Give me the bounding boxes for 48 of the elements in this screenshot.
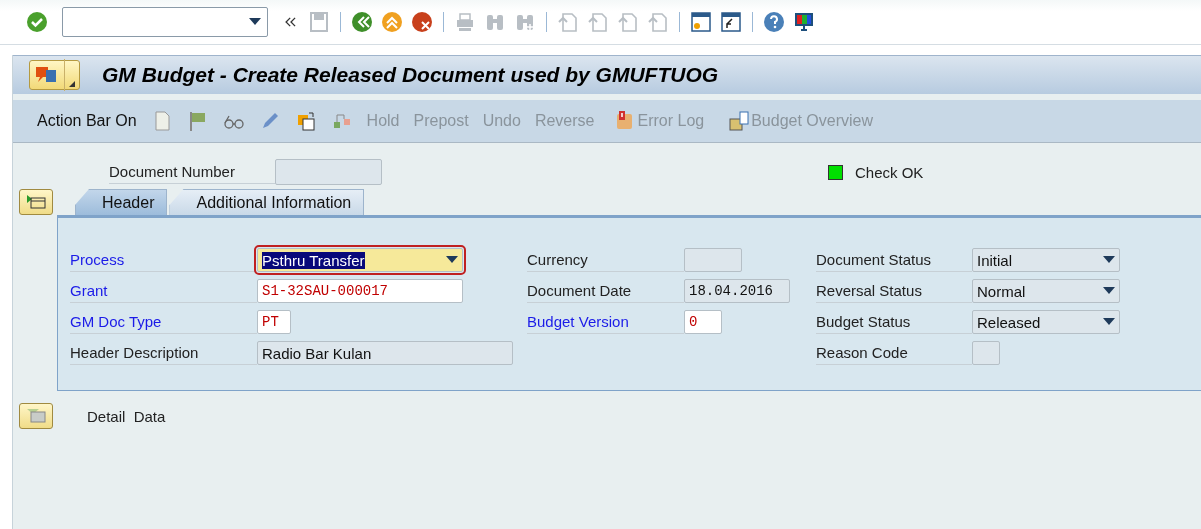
printer-icon[interactable] xyxy=(454,11,476,33)
input-field[interactable]: 18.04.2016 xyxy=(684,279,790,303)
caret-icon xyxy=(1103,287,1115,295)
input-field[interactable] xyxy=(684,248,742,272)
input-field[interactable]: 0 xyxy=(684,310,722,334)
checkmark-icon[interactable] xyxy=(26,11,48,33)
input-field[interactable]: PT xyxy=(257,310,291,334)
save-icon[interactable] xyxy=(308,11,330,33)
input-field[interactable] xyxy=(972,341,1000,365)
corner-arrow-icon xyxy=(69,81,75,87)
action-bar-toggle[interactable]: Action Bar On xyxy=(37,112,137,130)
previous-page-icon[interactable] xyxy=(587,11,609,33)
caret-icon xyxy=(249,18,261,26)
help-icon[interactable] xyxy=(763,11,785,33)
next-page-icon[interactable] xyxy=(617,11,639,33)
field-link[interactable]: GM Doc Type xyxy=(70,310,257,334)
monitor-icon[interactable] xyxy=(793,11,815,33)
input-field[interactable]: Radio Bar Kulan xyxy=(257,341,513,365)
system-menu-button[interactable] xyxy=(29,60,80,90)
window-title: GM Budget - Create Released Document used by GMUFTUOG xyxy=(102,63,719,87)
tab[interactable]: Additional Information xyxy=(169,189,365,215)
caret-icon xyxy=(1103,256,1115,264)
dropdown-field[interactable]: Initial xyxy=(972,248,1120,272)
input-field[interactable] xyxy=(275,159,382,185)
last-page-icon[interactable] xyxy=(647,11,669,33)
field-link[interactable]: Grant xyxy=(70,279,257,303)
first-page-icon[interactable] xyxy=(557,11,579,33)
expand-button[interactable] xyxy=(19,189,53,215)
caret-icon xyxy=(1103,318,1115,326)
input-field[interactable]: S1-32SAU-000017 xyxy=(257,279,463,303)
tab[interactable]: Header xyxy=(75,189,168,215)
table-icon[interactable] xyxy=(728,110,751,132)
caret-icon xyxy=(446,256,458,264)
dropdown-field[interactable]: Psthru Transfer xyxy=(257,248,463,272)
command-field[interactable] xyxy=(62,7,268,37)
dropdown-field[interactable]: Released xyxy=(972,310,1120,334)
expand-button[interactable] xyxy=(19,403,53,429)
status-text: Check OK xyxy=(855,163,924,181)
window-icon xyxy=(25,408,47,424)
window-icon xyxy=(25,194,47,210)
cancel-icon[interactable] xyxy=(411,11,433,33)
new-window-icon[interactable] xyxy=(690,11,712,33)
back-icon[interactable] xyxy=(351,11,373,33)
field-label: Header Description xyxy=(70,341,257,365)
section-label: Detail Data xyxy=(87,407,166,425)
shortcut-icon[interactable] xyxy=(720,11,742,33)
dropdown-field[interactable]: Normal xyxy=(972,279,1120,303)
up-icon[interactable] xyxy=(381,11,403,33)
